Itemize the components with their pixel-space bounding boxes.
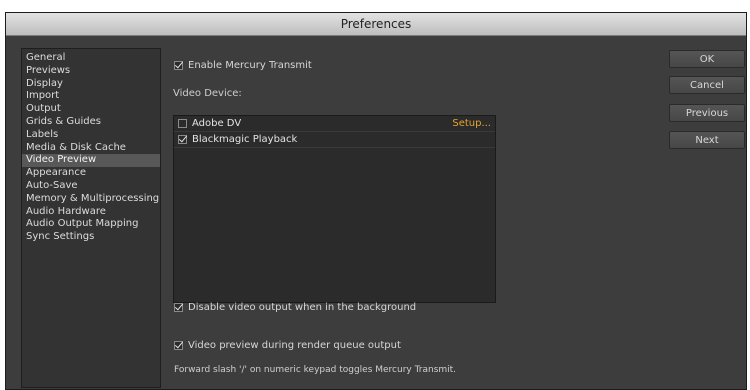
- device-row-blackmagic-playback[interactable]: Blackmagic Playback: [174, 132, 495, 148]
- checkbox-unchecked-icon[interactable]: [178, 119, 187, 128]
- preferences-sidebar: General Previews Display Import Output G…: [21, 48, 161, 388]
- device-row-adobe-dv[interactable]: Adobe DV Setup...: [174, 116, 495, 132]
- sidebar-item-auto-save[interactable]: Auto-Save: [22, 180, 160, 193]
- sidebar-item-sync-settings[interactable]: Sync Settings: [22, 231, 160, 244]
- render-queue-preview-checkbox[interactable]: Video preview during render queue output: [174, 340, 401, 351]
- sidebar-item-display[interactable]: Display: [22, 78, 160, 91]
- ok-button[interactable]: OK: [669, 50, 745, 68]
- sidebar-item-appearance[interactable]: Appearance: [22, 167, 160, 180]
- previous-button[interactable]: Previous: [669, 104, 745, 122]
- device-label: Adobe DV: [192, 118, 242, 129]
- preferences-window: Preferences General Previews Display Imp…: [5, 12, 747, 390]
- video-device-label: Video Device:: [173, 88, 242, 99]
- disable-background-output-checkbox[interactable]: Disable video output when in the backgro…: [174, 302, 416, 313]
- enable-mercury-transmit-label: Enable Mercury Transmit: [188, 60, 312, 71]
- cancel-button[interactable]: Cancel: [669, 76, 745, 94]
- sidebar-item-import[interactable]: Import: [22, 90, 160, 103]
- checkbox-checked-icon[interactable]: [178, 135, 187, 144]
- video-device-list: Adobe DV Setup... Blackmagic Playback: [173, 115, 496, 303]
- window-title: Preferences: [340, 17, 412, 31]
- checkbox-checked-icon[interactable]: [174, 303, 183, 312]
- checkbox-checked-icon[interactable]: [174, 341, 183, 350]
- setup-link[interactable]: Setup...: [452, 118, 491, 129]
- sidebar-item-general[interactable]: General: [22, 52, 160, 65]
- title-bar: Preferences: [6, 13, 746, 36]
- sidebar-item-grids-guides[interactable]: Grids & Guides: [22, 116, 160, 129]
- device-label: Blackmagic Playback: [192, 134, 298, 145]
- sidebar-item-audio-output-mapping[interactable]: Audio Output Mapping: [22, 218, 160, 231]
- sidebar-item-output[interactable]: Output: [22, 103, 160, 116]
- sidebar-item-video-preview[interactable]: Video Preview: [22, 154, 160, 168]
- sidebar-item-labels[interactable]: Labels: [22, 129, 160, 142]
- checkbox-checked-icon[interactable]: [174, 61, 183, 70]
- sidebar-item-audio-hardware[interactable]: Audio Hardware: [22, 206, 160, 219]
- next-button[interactable]: Next: [669, 131, 745, 149]
- mercury-transmit-note: Forward slash '/' on numeric keypad togg…: [174, 365, 457, 375]
- sidebar-item-media-disk-cache[interactable]: Media & Disk Cache: [22, 142, 160, 155]
- sidebar-item-previews[interactable]: Previews: [22, 65, 160, 78]
- enable-mercury-transmit-checkbox[interactable]: Enable Mercury Transmit: [174, 60, 312, 71]
- render-queue-preview-label: Video preview during render queue output: [188, 340, 401, 351]
- sidebar-item-memory-multiprocessing[interactable]: Memory & Multiprocessing: [22, 193, 160, 206]
- disable-background-output-label: Disable video output when in the backgro…: [188, 302, 417, 313]
